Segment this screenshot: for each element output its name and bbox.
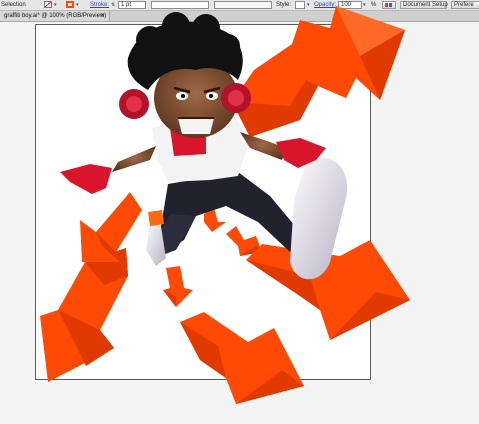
graffiti-artwork[interactable] [0,0,479,424]
arrow-small-1[interactable] [163,266,193,307]
arrow-left-large[interactable] [40,248,128,382]
arrow-left-mid[interactable] [80,192,142,262]
arrow-bottom[interactable] [180,312,304,404]
arrow-top-right[interactable] [232,6,405,137]
